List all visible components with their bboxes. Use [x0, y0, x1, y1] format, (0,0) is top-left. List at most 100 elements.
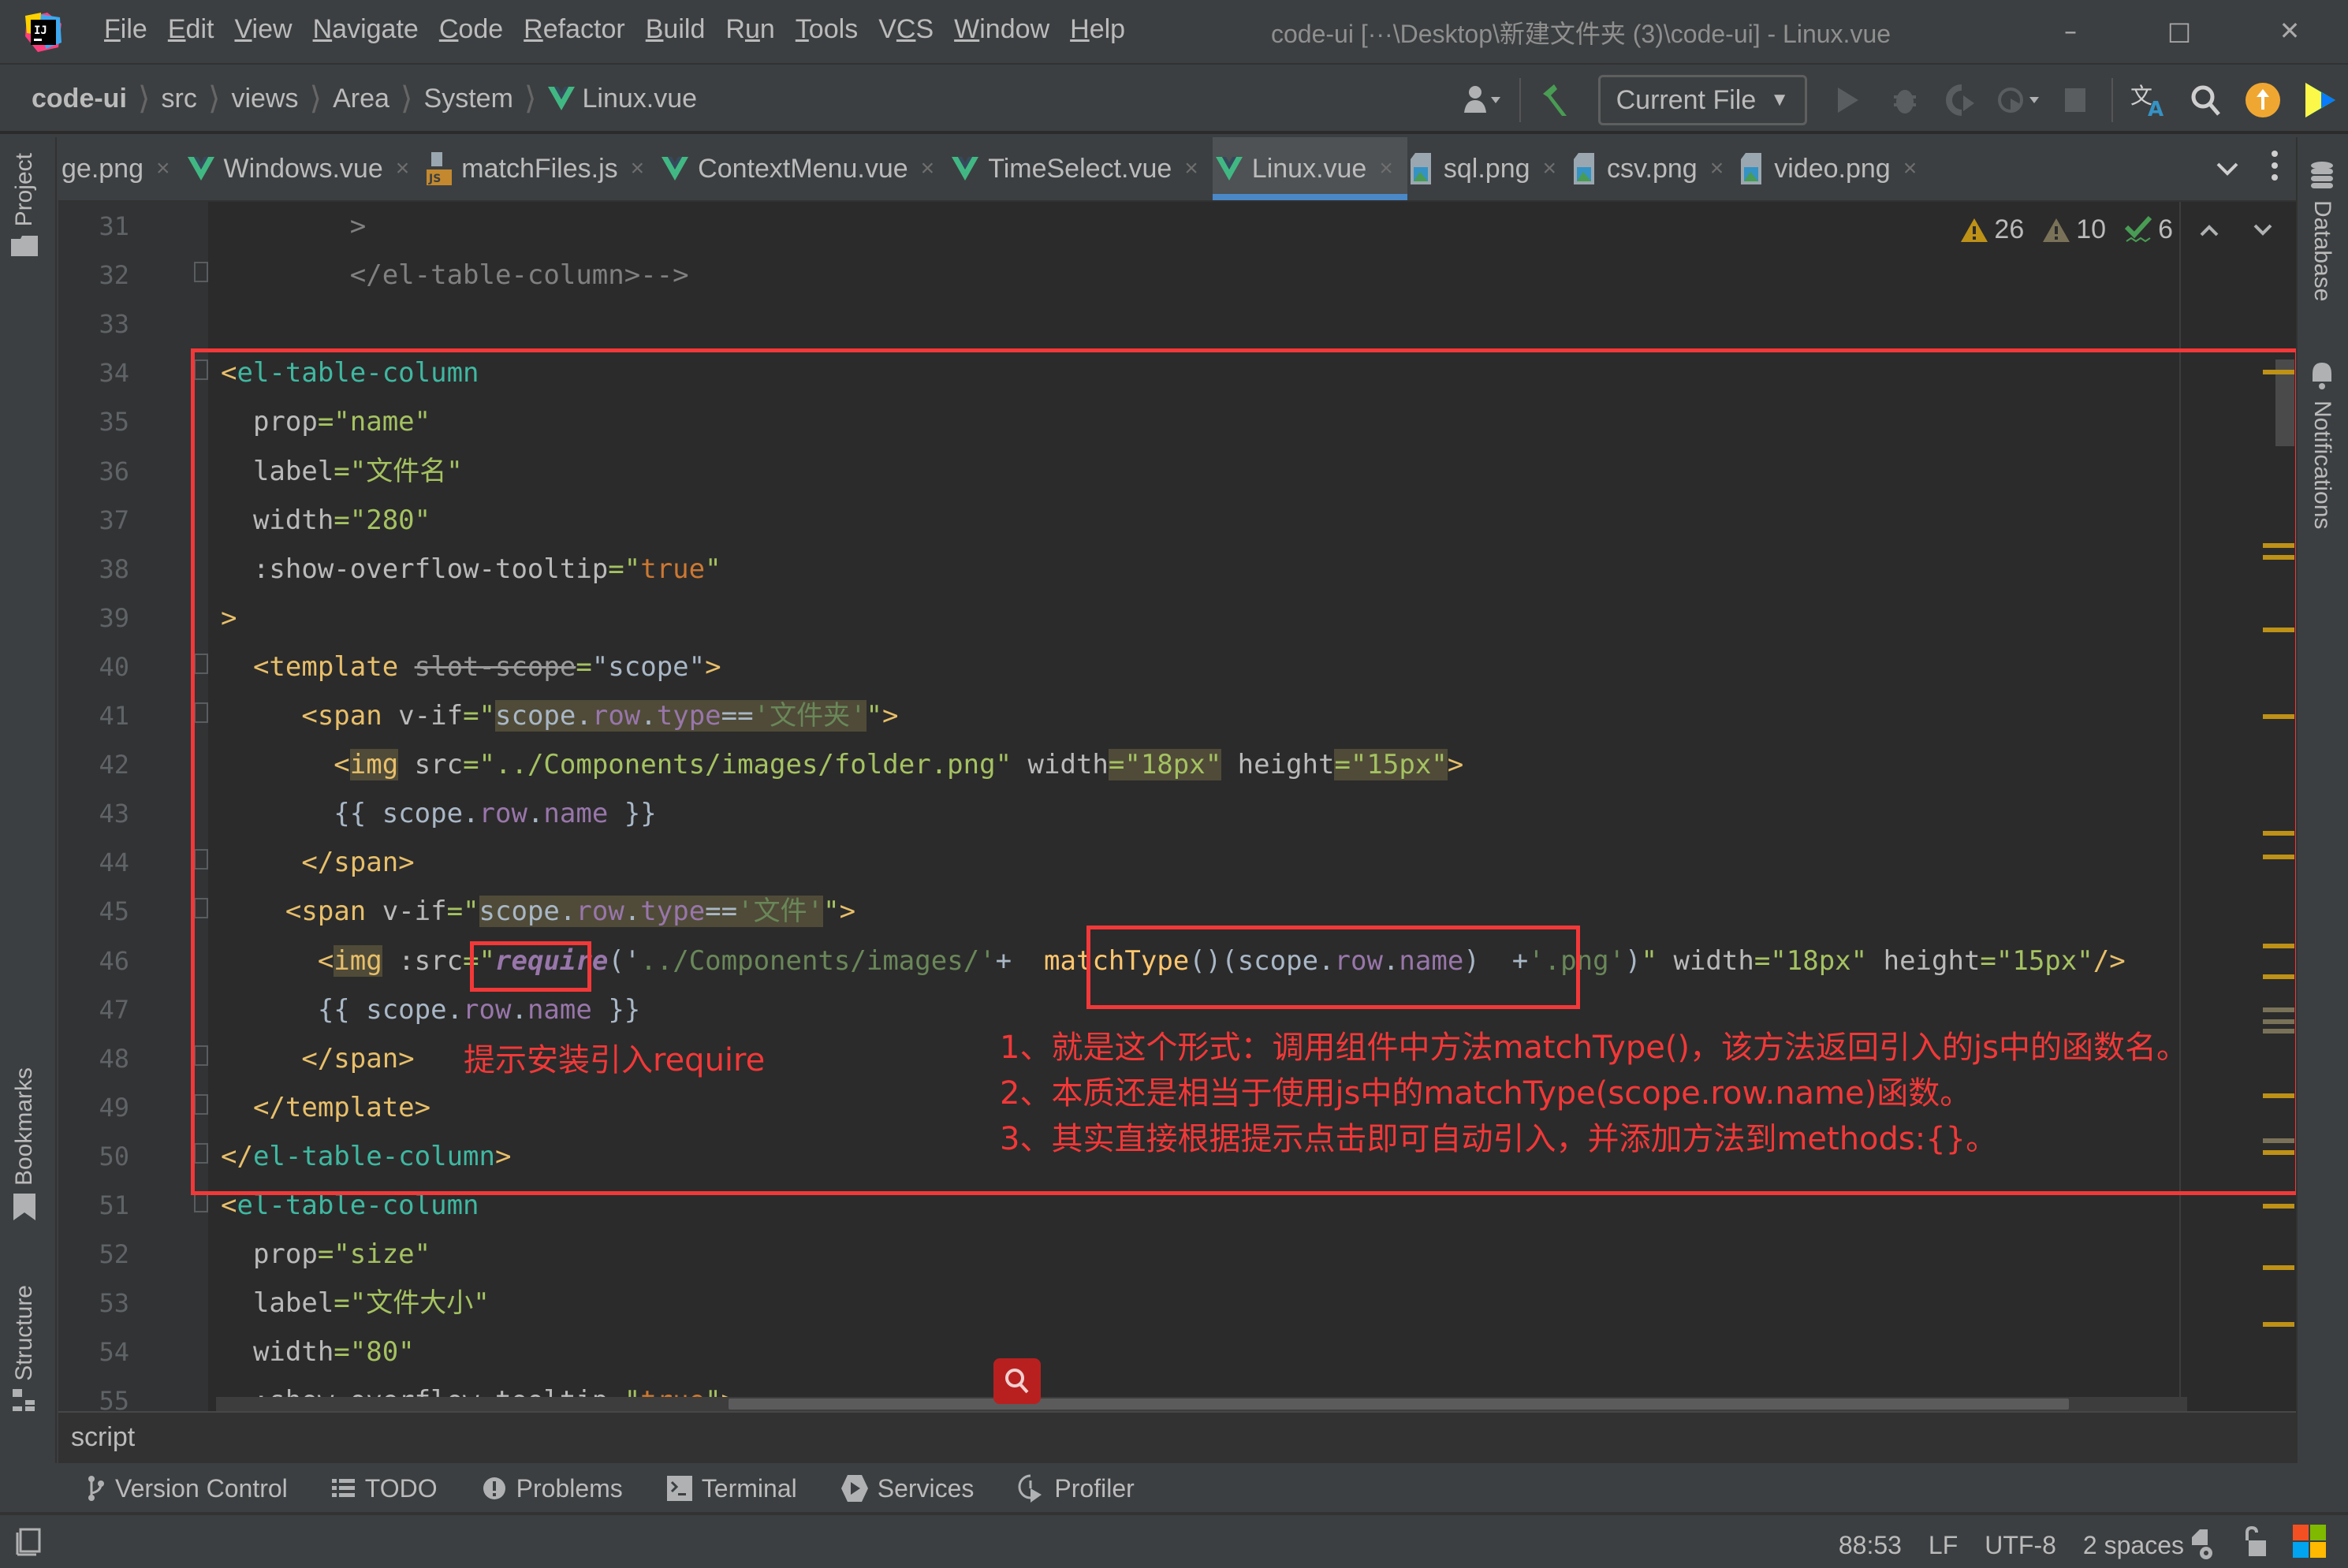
- code-line[interactable]: 35 prop="name": [58, 397, 2296, 446]
- tab-sql-png[interactable]: sql.png ×: [1407, 137, 1571, 200]
- code-line[interactable]: 36 label="文件名": [58, 447, 2296, 496]
- profile-icon[interactable]: [1996, 78, 2041, 122]
- warning-marker[interactable]: [2263, 1204, 2294, 1209]
- run-configuration-dropdown[interactable]: Current File ▼: [1597, 75, 1807, 125]
- tab-csv-png[interactable]: csv.png ×: [1571, 137, 1738, 200]
- line-number[interactable]: 31: [74, 202, 129, 251]
- tool-window-terminal[interactable]: Terminal: [666, 1474, 797, 1503]
- close-tab-icon[interactable]: ×: [1710, 155, 1724, 182]
- line-number[interactable]: 34: [74, 348, 129, 397]
- weak-warning-marker[interactable]: [2263, 1138, 2294, 1143]
- menu-tools[interactable]: Tools: [796, 14, 858, 45]
- debug-icon[interactable]: [1883, 78, 1927, 122]
- maximize-button[interactable]: □: [2156, 11, 2203, 50]
- code-line[interactable]: 53 label="文件大小": [58, 1279, 2296, 1328]
- line-number[interactable]: 47: [74, 985, 129, 1034]
- line-number[interactable]: 53: [74, 1279, 129, 1328]
- floating-search-button[interactable]: [993, 1358, 1041, 1404]
- close-window-button[interactable]: ✕: [2266, 11, 2313, 50]
- tab-contextmenu-vue[interactable]: ContextMenu.vue ×: [658, 137, 949, 200]
- fold-end-icon[interactable]: [194, 1045, 208, 1066]
- code-line[interactable]: 52 prop="size": [58, 1230, 2296, 1279]
- notifications-tool-button[interactable]: Notifications: [2309, 361, 2335, 529]
- code-line[interactable]: 41 <span v-if="scope.row.type=='文件夹'">: [58, 691, 2296, 740]
- menu-view[interactable]: View: [234, 14, 292, 45]
- next-highlight-icon[interactable]: [2252, 214, 2274, 245]
- breadcrumb-file[interactable]: Linux.vue: [583, 84, 698, 114]
- fold-collapse-icon[interactable]: [194, 898, 208, 919]
- code-line[interactable]: 40 <template slot-scope="scope">: [58, 642, 2296, 691]
- more-actions-icon[interactable]: [2271, 150, 2279, 188]
- previous-highlight-icon[interactable]: [2198, 214, 2220, 245]
- tool-window-profiler[interactable]: Profiler: [1018, 1474, 1135, 1503]
- file-encoding[interactable]: UTF-8: [1985, 1531, 2056, 1560]
- tool-window-version-control[interactable]: Version Control: [87, 1474, 288, 1503]
- project-tool-button[interactable]: Project: [11, 153, 38, 259]
- warning-marker[interactable]: [2263, 1093, 2294, 1098]
- close-tab-icon[interactable]: ×: [396, 155, 410, 182]
- breadcrumb-src[interactable]: src: [162, 84, 197, 114]
- warning-marker[interactable]: [2263, 855, 2294, 860]
- tab-timeselect-vue[interactable]: TimeSelect.vue ×: [949, 137, 1213, 200]
- translate-icon[interactable]: 文A: [2127, 78, 2171, 122]
- code-line[interactable]: 51 <el-table-column: [58, 1181, 2296, 1230]
- close-tab-icon[interactable]: ×: [1903, 155, 1918, 182]
- weak-warning-marker[interactable]: [2263, 1028, 2294, 1034]
- close-tab-icon[interactable]: ×: [921, 155, 935, 182]
- line-number[interactable]: 49: [74, 1083, 129, 1132]
- plugin-logo-icon[interactable]: [2298, 78, 2342, 122]
- warning-marker[interactable]: [2263, 543, 2294, 549]
- footer-breadcrumb-script[interactable]: script: [71, 1422, 135, 1452]
- weak-warnings-count[interactable]: 10: [2043, 214, 2106, 245]
- warning-marker[interactable]: [2263, 1265, 2294, 1270]
- breadcrumb-project[interactable]: code-ui: [32, 84, 127, 114]
- close-tab-icon[interactable]: ×: [1543, 155, 1557, 182]
- code-line[interactable]: 54 width="80": [58, 1328, 2296, 1376]
- line-number[interactable]: 39: [74, 594, 129, 642]
- line-number[interactable]: 44: [74, 838, 129, 887]
- run-icon[interactable]: [1826, 78, 1870, 122]
- minimize-button[interactable]: –: [2047, 11, 2094, 50]
- tab-matchfiles-js[interactable]: JS matchFiles.js ×: [423, 137, 658, 200]
- warnings-count[interactable]: 26: [1961, 214, 2024, 245]
- line-number[interactable]: 51: [74, 1181, 129, 1230]
- close-tab-icon[interactable]: ×: [1184, 155, 1198, 182]
- menu-build[interactable]: Build: [646, 14, 706, 45]
- line-number[interactable]: 38: [74, 545, 129, 594]
- code-line[interactable]: 32 </el-table-column>-->: [58, 251, 2296, 300]
- menu-navigate[interactable]: Navigate: [313, 14, 419, 45]
- caret-position[interactable]: 88:53: [1839, 1531, 1902, 1560]
- tool-window-todo[interactable]: TODO: [331, 1474, 438, 1503]
- line-number[interactable]: 52: [74, 1230, 129, 1279]
- fold-collapse-icon[interactable]: [194, 1192, 208, 1212]
- inspections-widget[interactable]: 26 10 6: [1961, 214, 2274, 245]
- warning-marker[interactable]: [2263, 1322, 2294, 1328]
- bookmarks-tool-button[interactable]: Bookmarks: [11, 1067, 38, 1223]
- code-line[interactable]: 38 :show-overflow-tooltip="true": [58, 545, 2296, 594]
- warning-marker[interactable]: [2263, 831, 2294, 836]
- code-area[interactable]: 31 >32 </el-table-column>--> 33 34 <el-tabl…: [58, 202, 2296, 1411]
- line-number[interactable]: 54: [74, 1328, 129, 1376]
- warning-marker[interactable]: [2263, 1149, 2294, 1155]
- code-line[interactable]: 33: [58, 300, 2296, 348]
- warning-marker[interactable]: [2263, 943, 2294, 948]
- line-separator[interactable]: LF: [1929, 1531, 1958, 1560]
- tab-linux-vue[interactable]: Linux.vue ×: [1212, 137, 1407, 200]
- close-tab-icon[interactable]: ×: [631, 155, 645, 182]
- menu-file[interactable]: File: [104, 14, 147, 45]
- breadcrumb-system[interactable]: System: [424, 84, 513, 114]
- warning-marker[interactable]: [2263, 555, 2294, 561]
- structure-tool-button[interactable]: Structure: [11, 1285, 38, 1416]
- build-hammer-icon[interactable]: [1535, 78, 1579, 122]
- code-line[interactable]: 46 <img :src="require('../Components/ima…: [58, 937, 2296, 985]
- user-icon[interactable]: [1461, 78, 1505, 122]
- code-line[interactable]: 45 <span v-if="scope.row.type=='文件'">: [58, 887, 2296, 936]
- tool-window-services[interactable]: Services: [840, 1474, 974, 1503]
- line-number[interactable]: 55: [74, 1376, 129, 1411]
- code-line[interactable]: 43 {{ scope.row.name }}: [58, 789, 2296, 838]
- line-number[interactable]: 45: [74, 887, 129, 936]
- code-line[interactable]: 34 <el-table-column: [58, 348, 2296, 397]
- code-line[interactable]: 37 width="280": [58, 496, 2296, 545]
- read-only-lock-icon[interactable]: [2242, 1525, 2266, 1564]
- code-line[interactable]: 39 >: [58, 594, 2296, 642]
